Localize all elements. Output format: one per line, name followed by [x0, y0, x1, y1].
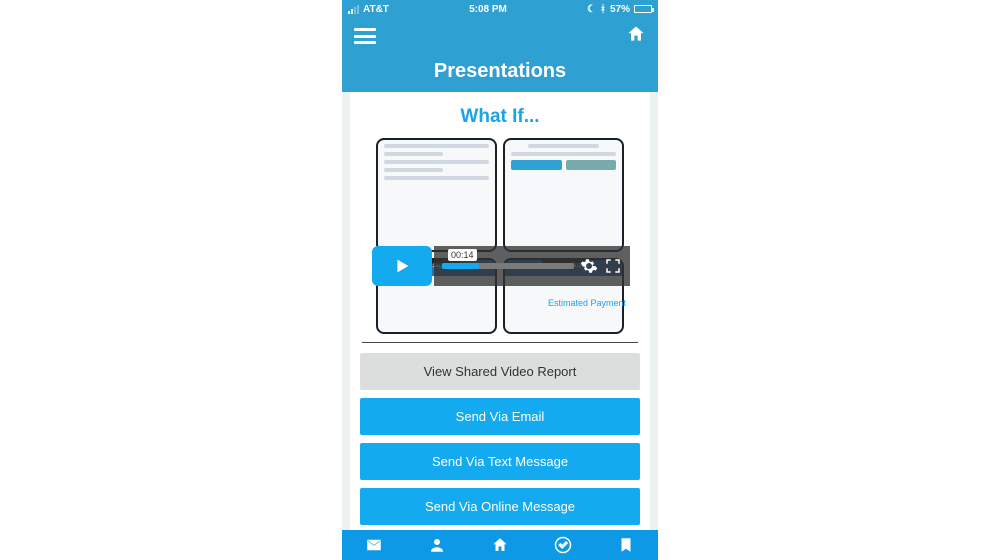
video-progress-fill — [442, 263, 479, 269]
video-player[interactable]: My Message Inbox Reoccuring Orders 00:14 — [360, 138, 640, 328]
gear-icon[interactable] — [580, 257, 598, 275]
check-circle-icon — [554, 536, 572, 554]
presentation-card: What If... My Message Inbox Reoccuring O… — [350, 92, 650, 530]
home-button[interactable] — [626, 24, 646, 49]
battery-icon — [634, 5, 652, 13]
video-progress[interactable]: 00:14 — [442, 263, 574, 269]
thumb-phone-tl — [376, 138, 497, 252]
app-bar — [342, 18, 658, 54]
fullscreen-icon[interactable] — [604, 257, 622, 275]
video-toolbar: 00:14 — [434, 246, 630, 286]
card-title: What If... — [360, 106, 640, 128]
play-icon — [391, 255, 413, 277]
send-email-button[interactable]: Send Via Email — [360, 398, 640, 435]
tab-home[interactable] — [468, 530, 531, 560]
person-icon — [428, 536, 446, 554]
thumb-phone-tr — [503, 138, 624, 252]
page-title: Presentations — [342, 54, 658, 95]
view-report-button[interactable]: View Shared Video Report — [360, 353, 640, 390]
moon-icon: ☾ — [587, 4, 596, 15]
phone-frame: AT&T 5:08 PM ☾ ᚼ 57% Presentations What … — [342, 0, 658, 560]
tab-profile[interactable] — [405, 530, 468, 560]
tab-bar — [342, 530, 658, 560]
home-icon — [491, 536, 509, 554]
video-timestamp: 00:14 — [448, 249, 477, 261]
divider — [362, 342, 638, 343]
home-icon — [626, 24, 646, 44]
bookmark-icon — [617, 536, 635, 554]
menu-icon[interactable] — [354, 28, 376, 44]
signal-icon — [348, 5, 359, 14]
clock-label: 5:08 PM — [469, 4, 507, 15]
tab-bookmarks[interactable] — [595, 530, 658, 560]
send-text-button[interactable]: Send Via Text Message — [360, 443, 640, 480]
tab-tasks[interactable] — [532, 530, 595, 560]
battery-pct-label: 57% — [610, 4, 630, 15]
carrier-label: AT&T — [363, 4, 389, 15]
content-scroll[interactable]: What If... My Message Inbox Reoccuring O… — [342, 92, 658, 530]
status-bar: AT&T 5:08 PM ☾ ᚼ 57% — [342, 0, 658, 18]
send-online-button[interactable]: Send Via Online Message — [360, 488, 640, 525]
estimated-payment-label: Estimated Payment — [548, 298, 626, 308]
mail-icon — [365, 536, 383, 554]
tab-mail[interactable] — [342, 530, 405, 560]
bluetooth-icon: ᚼ — [600, 4, 606, 15]
play-button[interactable] — [372, 246, 432, 286]
